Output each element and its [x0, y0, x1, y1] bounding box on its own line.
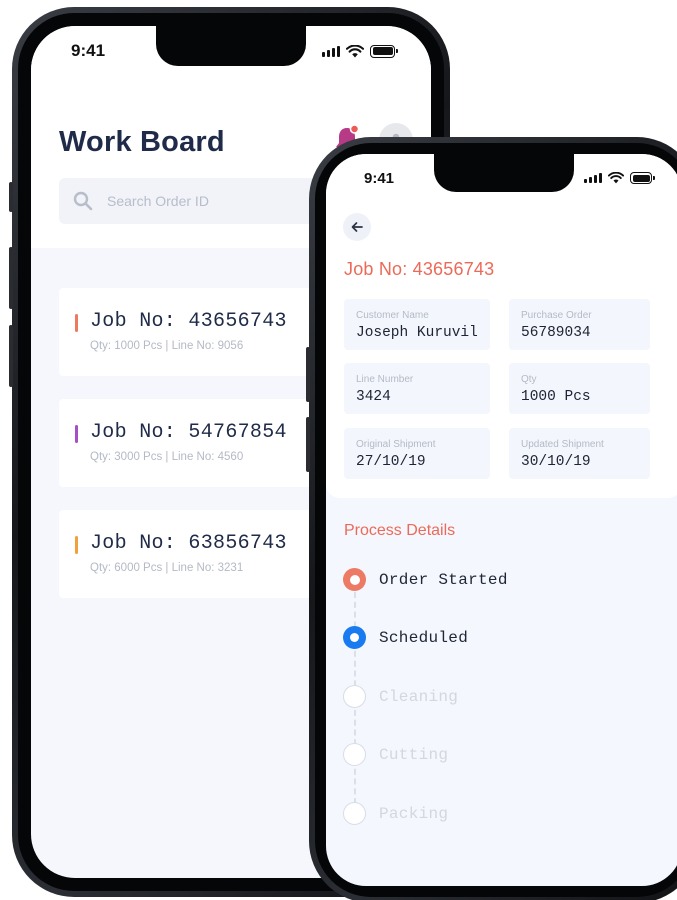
volume-down-button	[306, 417, 310, 472]
process-step-packing: Packing	[343, 802, 448, 825]
search-icon	[73, 191, 93, 211]
cellular-signal-icon	[322, 45, 340, 57]
line-number-field: Line Number 3424	[344, 363, 490, 414]
page-title: Work Board	[59, 126, 225, 158]
original-shipment-field: Original Shipment 27/10/19	[344, 428, 490, 479]
process-step-scheduled: Scheduled	[343, 626, 468, 649]
field-label: Purchase Order	[521, 310, 592, 321]
job-subtitle: Qty: 6000 Pcs | Line No: 3231	[90, 562, 244, 574]
field-label: Line Number	[356, 374, 414, 385]
process-step-cutting: Cutting	[343, 743, 448, 766]
mute-switch	[9, 182, 13, 212]
step-label: Cleaning	[379, 687, 459, 706]
status-bar: 9:41	[31, 26, 431, 76]
job-accent-bar	[75, 314, 78, 332]
field-label: Qty	[521, 374, 537, 385]
purchase-order-field: Purchase Order 56789034	[509, 299, 650, 350]
field-label: Updated Shipment	[521, 439, 604, 450]
step-active-indicator	[343, 626, 366, 649]
process-details-heading: Process Details	[344, 522, 456, 539]
step-pending-indicator	[343, 802, 366, 825]
step-done-indicator	[343, 568, 366, 591]
volume-down-button	[9, 325, 13, 387]
process-step-cleaning: Cleaning	[343, 685, 458, 708]
volume-up-button	[306, 347, 310, 402]
job-accent-bar	[75, 425, 78, 443]
step-pending-indicator	[343, 685, 366, 708]
job-detail-title: Job No: 43656743	[344, 259, 495, 279]
job-subtitle: Qty: 3000 Pcs | Line No: 4560	[90, 451, 244, 463]
phone-job-detail: 9:41 Job No: 43656743 Customer Name Jose…	[306, 137, 677, 900]
step-label: Scheduled	[379, 628, 469, 647]
notification-badge	[349, 124, 360, 134]
battery-icon	[370, 44, 395, 58]
step-label: Cutting	[379, 745, 449, 764]
process-step-order-started: Order Started	[343, 568, 508, 591]
job-title: Job No: 43656743	[90, 310, 287, 333]
status-bar: 9:41	[326, 154, 677, 202]
updated-shipment-field: Updated Shipment 30/10/19	[509, 428, 650, 479]
status-time: 9:41	[71, 41, 106, 60]
wifi-icon	[608, 172, 624, 184]
battery-icon	[630, 172, 652, 184]
field-value: 1000 Pcs	[521, 389, 591, 405]
volume-up-button	[9, 247, 13, 309]
qty-field: Qty 1000 Pcs	[509, 363, 650, 414]
status-time: 9:41	[364, 169, 395, 187]
back-arrow-icon	[351, 222, 363, 232]
step-label: Order Started	[379, 570, 508, 589]
job-accent-bar	[75, 536, 78, 554]
job-detail-screen: 9:41 Job No: 43656743 Customer Name Jose…	[326, 154, 677, 886]
step-pending-indicator	[343, 743, 366, 766]
field-value: 3424	[356, 389, 391, 405]
field-value: Joseph Kuruvila	[356, 325, 478, 341]
back-button[interactable]	[343, 213, 371, 241]
field-label: Original Shipment	[356, 439, 436, 450]
field-value: 30/10/19	[521, 454, 591, 470]
customer-name-field: Customer Name Joseph Kuruvila	[344, 299, 490, 350]
field-label: Customer Name	[356, 310, 429, 321]
field-value: 56789034	[521, 325, 591, 341]
job-title: Job No: 63856743	[90, 532, 287, 555]
search-placeholder: Search Order ID	[107, 193, 209, 209]
field-value: 27/10/19	[356, 454, 426, 470]
step-label: Packing	[379, 804, 449, 823]
cellular-signal-icon	[584, 173, 602, 183]
job-title: Job No: 54767854	[90, 421, 287, 444]
wifi-icon	[346, 44, 364, 57]
job-subtitle: Qty: 1000 Pcs | Line No: 9056	[90, 340, 244, 352]
